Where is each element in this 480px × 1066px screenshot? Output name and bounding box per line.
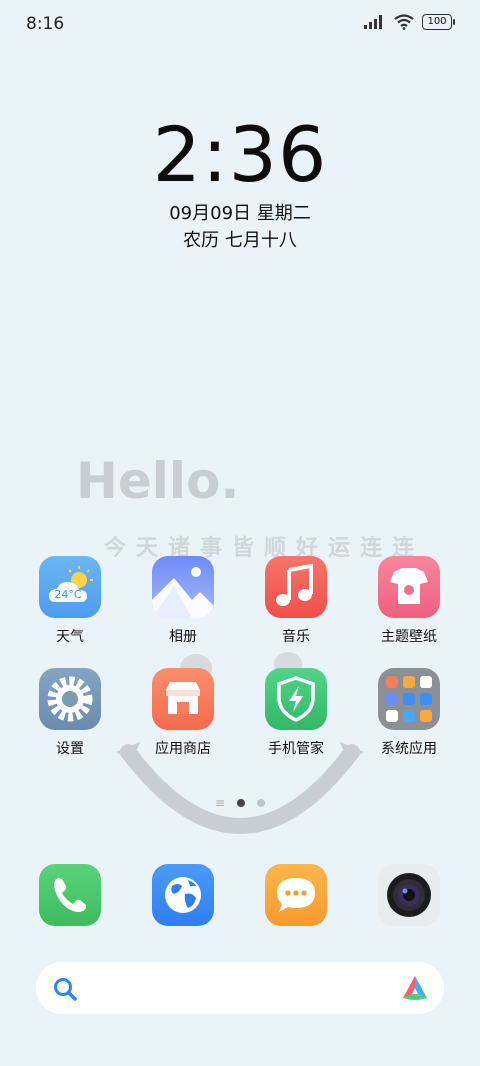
app-label: 音乐 (282, 629, 310, 645)
dock-browser[interactable] (133, 864, 233, 926)
page-dot[interactable] (257, 799, 266, 807)
app-label: 相册 (169, 629, 197, 645)
app-weather[interactable]: 24°C 天气 (20, 556, 120, 646)
app-label: 系统应用 (381, 741, 437, 757)
dock-camera[interactable] (359, 864, 459, 926)
dock-messages[interactable] (246, 864, 346, 926)
phone-icon (39, 864, 101, 926)
assistant-icon[interactable] (400, 974, 430, 1002)
app-label: 设置 (56, 741, 84, 757)
app-themes[interactable]: 主题壁纸 (359, 556, 459, 646)
app-label: 应用商店 (155, 741, 211, 757)
app-settings[interactable]: 设置 (20, 668, 120, 758)
weather-icon: 24°C (39, 556, 101, 618)
app-music[interactable]: 音乐 (246, 556, 346, 646)
messages-icon (265, 864, 327, 926)
browser-icon (152, 864, 214, 926)
weather-icon-temp: 24°C (54, 588, 81, 601)
app-store[interactable]: 应用商店 (133, 668, 233, 758)
app-label: 手机管家 (268, 741, 324, 757)
search-icon (54, 978, 77, 1001)
page-indicator[interactable]: ≡ (0, 796, 480, 810)
folder-system-apps[interactable]: 系统应用 (359, 668, 459, 758)
search-bar[interactable] (36, 962, 444, 1014)
page-dot-active[interactable] (237, 799, 246, 807)
themes-icon (378, 556, 440, 618)
app-label: 主题壁纸 (381, 629, 437, 645)
app-label: 天气 (56, 629, 84, 645)
gallery-icon (152, 556, 214, 618)
system-apps-folder-icon (378, 668, 440, 730)
app-security[interactable]: 手机管家 (246, 668, 346, 758)
music-icon (265, 556, 327, 618)
app-gallery[interactable]: 相册 (133, 556, 233, 646)
settings-icon (39, 668, 101, 730)
app-store-icon (152, 668, 214, 730)
camera-icon (378, 864, 440, 926)
dock-phone[interactable] (20, 864, 120, 926)
security-icon (265, 668, 327, 730)
page-list-icon[interactable]: ≡ (215, 796, 225, 810)
